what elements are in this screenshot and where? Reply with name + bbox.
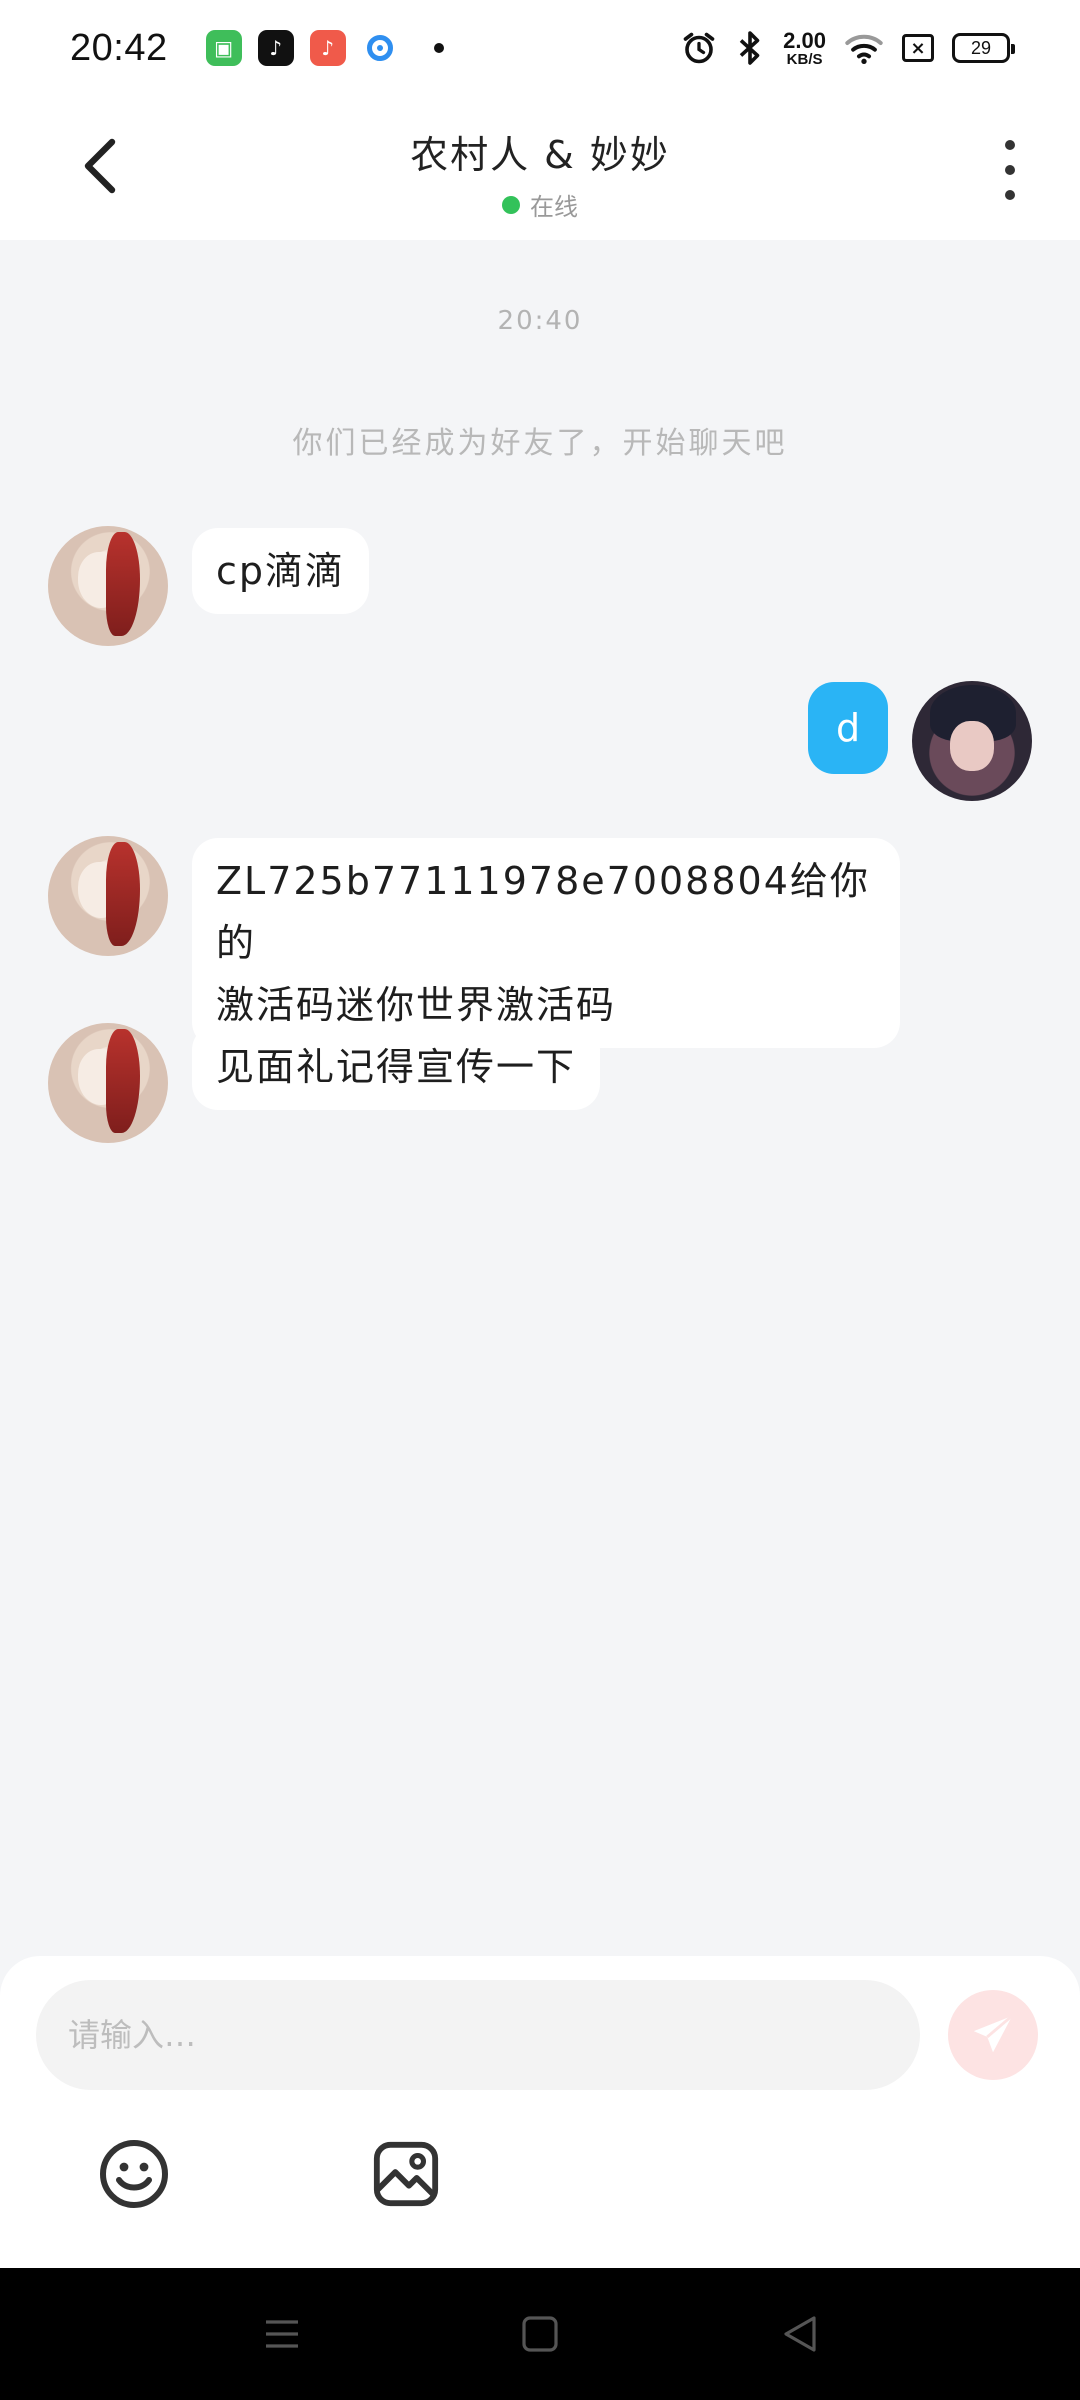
message-timestamp: 20:40 bbox=[497, 306, 583, 336]
contact-avatar[interactable] bbox=[48, 836, 168, 956]
composer-panel bbox=[0, 1956, 1080, 2268]
sim-off-icon: × bbox=[902, 34, 934, 62]
smiley-icon bbox=[100, 2140, 168, 2208]
chat-title: 农村人 & 妙妙 bbox=[410, 133, 670, 177]
status-bar: 20:42 ▣ ♪ ♪ 2.00 KB/S × 29 bbox=[0, 0, 1080, 96]
message-bubble-outgoing[interactable]: d bbox=[808, 682, 888, 774]
chat-header: 农村人 & 妙妙 在线 bbox=[0, 96, 1080, 240]
message-input[interactable] bbox=[36, 1980, 920, 2090]
triangle-back-icon bbox=[784, 2316, 816, 2352]
square-icon bbox=[522, 2316, 558, 2352]
message-bubble-incoming[interactable]: ZL725b77111978e7008804给你的 激活码迷你世界激活码 bbox=[192, 838, 900, 1048]
message-list[interactable]: 20:40 你们已经成为好友了，开始聊天吧 cp滴滴 d ZL725b77111… bbox=[0, 240, 1080, 1956]
shopping-app-icon: ▣ bbox=[205, 30, 242, 66]
my-avatar[interactable] bbox=[912, 681, 1032, 801]
status-time: 20:42 bbox=[70, 26, 168, 69]
browser-app-icon bbox=[361, 30, 398, 66]
image-icon bbox=[373, 2141, 439, 2207]
contact-avatar[interactable] bbox=[48, 526, 168, 646]
more-notifications-dot bbox=[433, 43, 444, 53]
emoji-button[interactable] bbox=[96, 2136, 172, 2212]
tiktok-app-icon: ♪ bbox=[257, 30, 294, 66]
back-nav-button[interactable] bbox=[776, 2310, 824, 2358]
battery-icon: 29 bbox=[952, 33, 1015, 63]
home-button[interactable] bbox=[516, 2310, 564, 2358]
chat-title-block: 农村人 & 妙妙 在线 bbox=[0, 124, 1080, 222]
wifi-icon bbox=[845, 34, 883, 64]
notification-icons: ▣ ♪ ♪ bbox=[205, 30, 444, 66]
network-speed-unit: KB/S bbox=[786, 50, 823, 68]
bluetooth-icon bbox=[739, 31, 760, 65]
recent-apps-button[interactable] bbox=[258, 2310, 306, 2358]
alarm-icon bbox=[683, 32, 715, 64]
menu-icon bbox=[266, 2320, 298, 2348]
image-button[interactable] bbox=[368, 2136, 444, 2212]
message-text-line: ZL725b77111978e7008804给你的 bbox=[216, 859, 870, 965]
battery-level: 29 bbox=[970, 37, 992, 58]
online-dot-icon bbox=[502, 195, 520, 214]
network-speed-value: 2.00 bbox=[783, 27, 826, 53]
more-options-button[interactable] bbox=[990, 140, 1030, 200]
music-app-icon: ♪ bbox=[309, 30, 346, 66]
system-message: 你们已经成为好友了，开始聊天吧 bbox=[292, 426, 788, 461]
online-status: 在线 bbox=[502, 187, 578, 222]
contact-avatar[interactable] bbox=[48, 1023, 168, 1143]
online-status-text: 在线 bbox=[530, 193, 578, 221]
message-bubble-incoming[interactable]: 见面礼记得宣传一下 bbox=[192, 1024, 601, 1110]
message-bubble-incoming[interactable]: cp滴滴 bbox=[192, 528, 370, 614]
system-navigation-bar bbox=[0, 2268, 1080, 2400]
network-speed: 2.00 KB/S bbox=[783, 27, 826, 68]
send-button[interactable] bbox=[948, 1990, 1038, 2080]
paper-plane-icon bbox=[973, 2014, 1014, 2053]
more-vertical-icon bbox=[1005, 140, 1015, 150]
